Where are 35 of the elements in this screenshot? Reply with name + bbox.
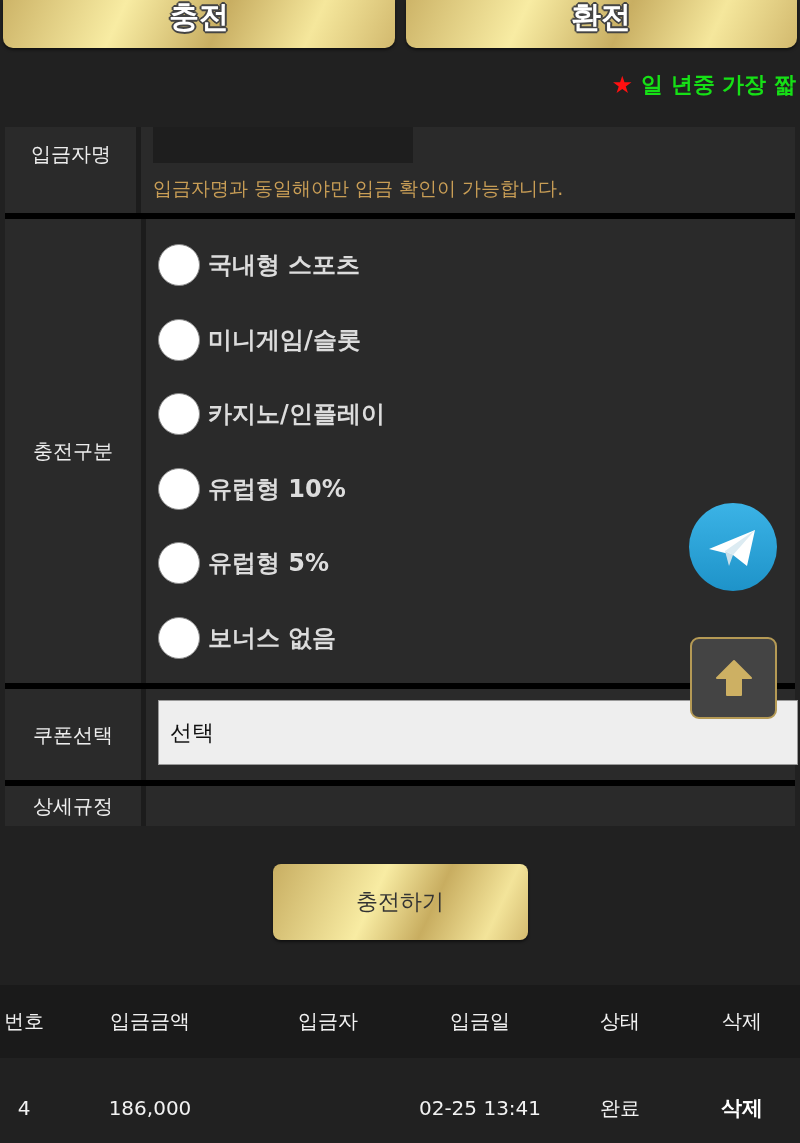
option-label: 보너스 없음	[208, 622, 337, 653]
table-cell: 186,000	[108, 1096, 192, 1120]
notice-text: 일 년중 가장 짧	[641, 71, 796, 99]
column-header: 상태	[599, 1008, 641, 1035]
radio-button[interactable]	[158, 244, 200, 286]
option-label: 미니게임/슬롯	[208, 324, 361, 355]
option-label: 유럽형 5%	[208, 548, 330, 578]
field-label: 충전구분	[33, 438, 113, 464]
field-label: 쿠폰선택	[33, 721, 113, 748]
submit-button[interactable]: 충전하기	[272, 864, 528, 940]
table-cell: 4	[17, 1096, 31, 1120]
table-cell: 02-25 13:41	[418, 1096, 542, 1120]
up-arrow-icon	[713, 658, 754, 698]
field-label: 상세규정	[33, 793, 113, 819]
option-label: 국내형 스포츠	[208, 250, 361, 280]
star-symbol: ★	[611, 70, 633, 100]
option-label: 카지노/인플레이	[208, 399, 385, 429]
hint-text: 입금자명과 동일해야만 입금 확인이 가능합니다.	[153, 176, 565, 201]
column-header: 입금일	[449, 1008, 511, 1035]
column-header: 번호	[3, 1008, 45, 1035]
field-label: 입금자명	[30, 141, 111, 167]
column-header: 삭제	[721, 1008, 763, 1035]
column-header: 입금금액	[109, 1008, 191, 1035]
radio-button[interactable]	[158, 318, 200, 361]
option-label: 유럽형 10%	[208, 473, 346, 504]
column-header: 입금자	[297, 1008, 359, 1035]
radio-button[interactable]	[158, 393, 200, 435]
scroll-top-button[interactable]	[690, 637, 777, 719]
table-cell: 완료	[600, 1096, 640, 1120]
radio-button[interactable]	[158, 616, 200, 659]
radio-button[interactable]	[158, 467, 200, 510]
delete-link[interactable]: 삭제	[721, 1096, 763, 1120]
paper-plane-icon[interactable]	[689, 503, 777, 591]
coupon-select[interactable]: 선택	[158, 700, 798, 765]
radio-button[interactable]	[158, 542, 200, 584]
